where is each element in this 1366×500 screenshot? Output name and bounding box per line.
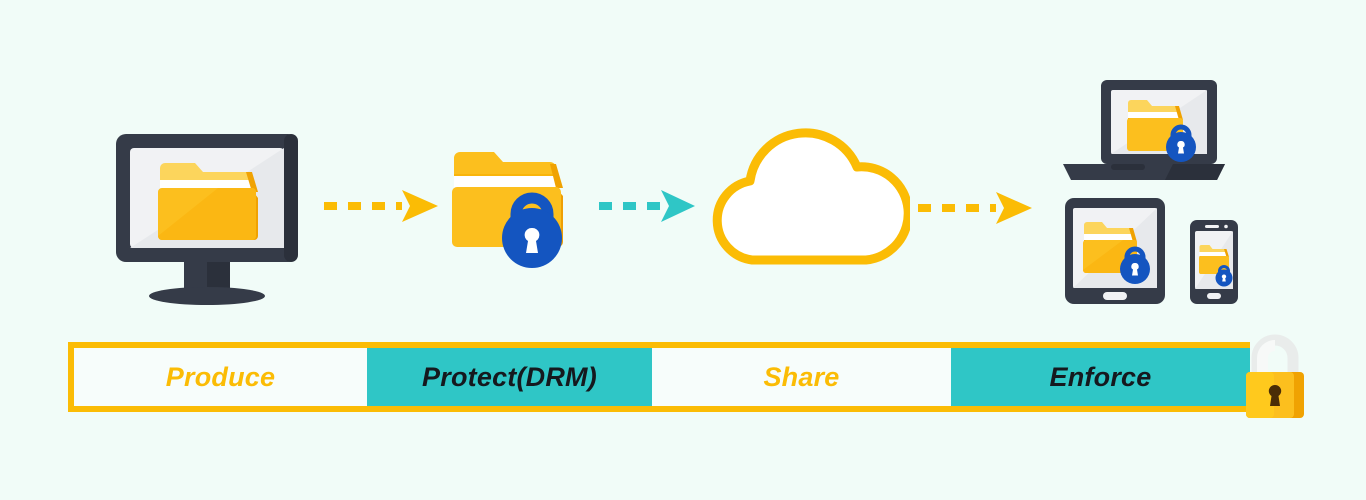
desktop-monitor-icon bbox=[112, 132, 302, 317]
stage-share[interactable]: Share bbox=[652, 348, 951, 406]
stage-produce[interactable]: Produce bbox=[74, 348, 367, 406]
stage-enforce-label: Enforce bbox=[1049, 361, 1152, 392]
diagram-canvas: Produce Protect(DRM) Share Enforce bbox=[0, 0, 1366, 500]
smartphone-icon bbox=[1188, 218, 1240, 311]
stage-enforce[interactable]: Enforce bbox=[951, 348, 1250, 406]
laptop-icon bbox=[1055, 78, 1235, 193]
connector-share-to-enforce-icon bbox=[916, 190, 1034, 231]
cloud-icon bbox=[700, 125, 913, 275]
tablet-icon bbox=[1063, 196, 1169, 311]
stage-protect[interactable]: Protect(DRM) bbox=[367, 348, 652, 406]
padlock-icon bbox=[1244, 332, 1306, 420]
process-stage-bar: Produce Protect(DRM) Share Enforce bbox=[68, 342, 1250, 412]
stage-protect-label: Protect(DRM) bbox=[422, 361, 597, 392]
stage-produce-label: Produce bbox=[165, 361, 276, 392]
stage-share-label: Share bbox=[763, 361, 840, 392]
folder-with-lock-icon bbox=[450, 150, 578, 277]
connector-produce-to-protect-icon bbox=[322, 188, 440, 229]
connector-protect-to-share-icon bbox=[597, 188, 697, 229]
